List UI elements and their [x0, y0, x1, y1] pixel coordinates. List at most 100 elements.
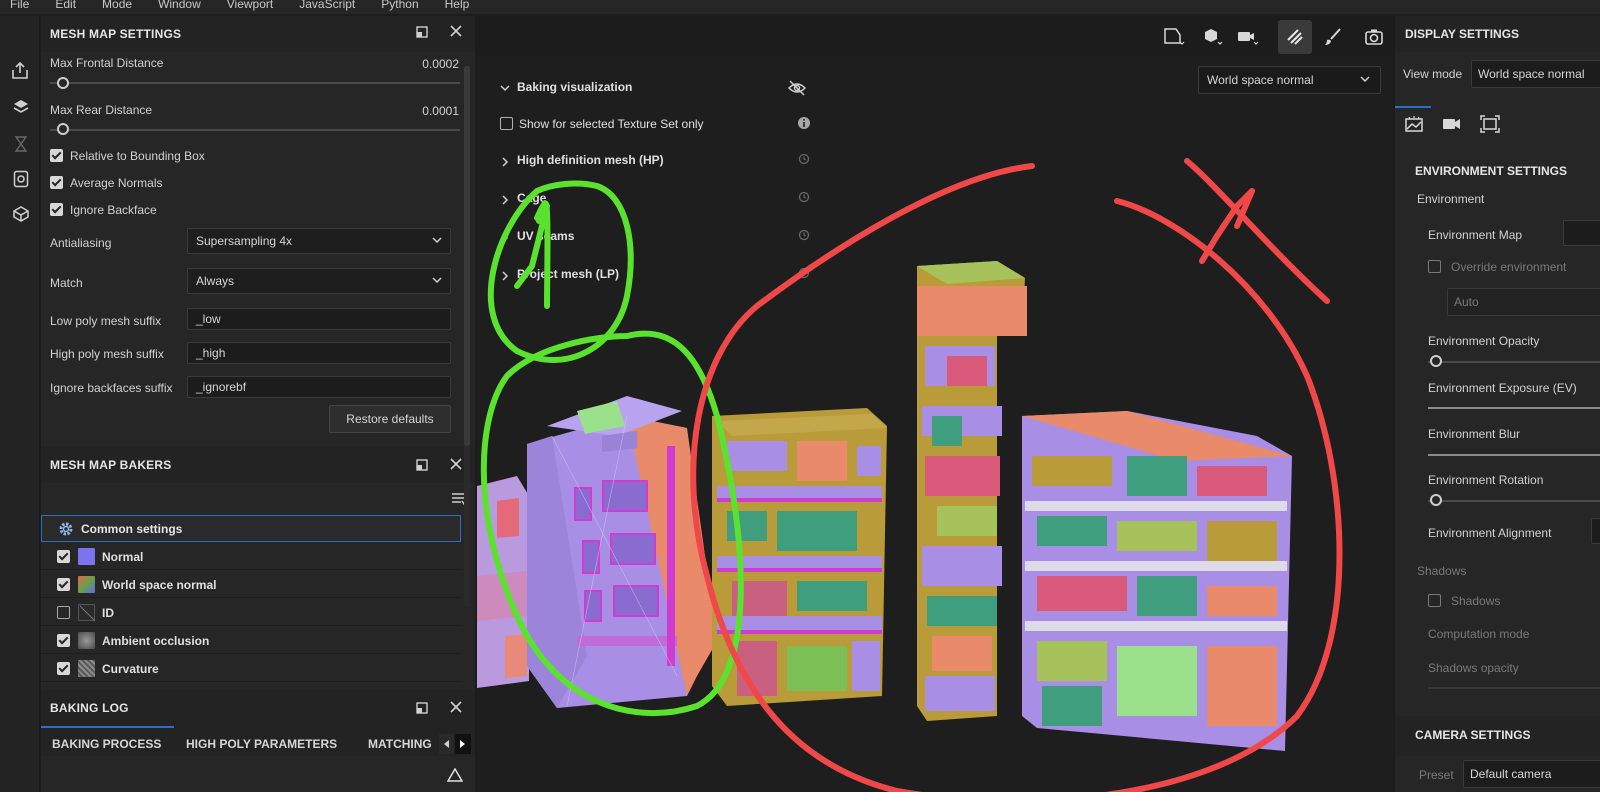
ignore-backface-checkbox[interactable] — [50, 203, 63, 216]
high-poly-suffix-input[interactable]: _high — [187, 342, 451, 364]
mesh-icon[interactable] — [10, 203, 32, 225]
baker-row-curvature[interactable]: Curvature — [41, 655, 461, 682]
environment-blur-slider[interactable] — [1428, 454, 1600, 456]
menu-help[interactable]: Help — [445, 0, 470, 10]
warning-icon — [446, 767, 464, 785]
baking-log-header: BAKING LOG — [41, 690, 475, 726]
camera-tab-icon[interactable] — [1437, 108, 1467, 140]
baking-log-title: BAKING LOG — [50, 701, 129, 715]
scene-3d-buildings[interactable]: 1 — [477, 16, 1393, 792]
document-search-icon[interactable] — [10, 168, 32, 190]
environment-exposure-slider[interactable] — [1428, 407, 1600, 409]
undock-icon[interactable] — [416, 459, 428, 474]
ambient-occlusion-map-icon — [78, 632, 95, 649]
tab-baking-process[interactable]: BAKING PROCESS — [52, 737, 161, 751]
preset-value: Default camera — [1470, 767, 1552, 781]
auto-select[interactable]: Auto — [1447, 288, 1600, 316]
baker-row-world-space-normal[interactable]: World space normal — [41, 571, 461, 598]
tab-scroll-left-icon[interactable] — [439, 734, 453, 754]
relative-to-bbox-label: Relative to Bounding Box — [70, 149, 205, 163]
ignore-backfaces-suffix-input[interactable]: _ignorebf — [187, 376, 451, 398]
environment-map-select[interactable] — [1563, 220, 1600, 246]
baker-normal-checkbox[interactable] — [57, 550, 70, 563]
shadows-checkbox[interactable] — [1428, 594, 1441, 607]
close-icon[interactable] — [449, 700, 463, 717]
max-rear-distance-value[interactable]: 0.0001 — [422, 104, 459, 118]
average-normals-checkbox[interactable] — [50, 176, 63, 189]
match-select[interactable]: Always — [187, 268, 451, 294]
view-mode-label: View mode — [1403, 67, 1463, 81]
menu-mode[interactable]: Mode — [102, 0, 132, 10]
settings-scrollbar[interactable] — [464, 66, 470, 606]
match-label: Match — [50, 276, 83, 290]
display-settings-title: DISPLAY SETTINGS — [1405, 27, 1520, 41]
high-poly-suffix-value: _high — [196, 346, 226, 360]
max-frontal-distance-handle[interactable] — [57, 77, 69, 89]
high-poly-suffix-label: High poly mesh suffix — [50, 347, 164, 361]
max-frontal-distance-value[interactable]: 0.0002 — [422, 57, 459, 71]
tab-matching[interactable]: MATCHING — [368, 737, 432, 751]
environment-alignment-label: Environment Alignment — [1428, 526, 1552, 540]
baker-world-space-normal-checkbox[interactable] — [57, 578, 70, 591]
close-icon[interactable] — [449, 24, 463, 41]
common-settings-label: Common settings — [81, 522, 183, 536]
baking-log-tabs: BAKING PROCESS HIGH POLY PARAMETERS MATC… — [41, 726, 475, 756]
environment-opacity-handle[interactable] — [1430, 355, 1442, 367]
tab-scroll-right-icon[interactable] — [455, 734, 471, 754]
environment-tab-icon[interactable] — [1399, 108, 1429, 140]
normal-map-icon — [78, 548, 95, 565]
tab-high-poly-parameters[interactable]: HIGH POLY PARAMETERS — [186, 737, 337, 751]
environment-rotation-slider[interactable] — [1428, 500, 1600, 502]
undock-icon[interactable] — [416, 702, 428, 717]
max-rear-distance-slider[interactable] — [50, 129, 460, 131]
relative-to-bbox-checkbox[interactable] — [50, 149, 63, 162]
viewport[interactable]: World space normal Baking visualization … — [477, 16, 1393, 792]
baker-row-normal[interactable]: Normal — [41, 543, 461, 570]
max-frontal-distance-slider[interactable] — [50, 82, 460, 84]
close-icon[interactable] — [449, 457, 463, 474]
baker-ambient-occlusion-label: Ambient occlusion — [102, 634, 210, 648]
preset-select[interactable]: Default camera — [1463, 760, 1600, 788]
bake-icon[interactable] — [10, 96, 32, 118]
average-normals-label: Average Normals — [70, 176, 163, 190]
undock-icon[interactable] — [416, 26, 428, 41]
baker-curvature-checkbox[interactable] — [57, 662, 70, 675]
environment-opacity-slider[interactable] — [1428, 361, 1600, 363]
mesh-map-bakers-title: MESH MAP BAKERS — [50, 458, 172, 472]
gear-icon — [58, 521, 74, 540]
baker-ambient-occlusion-checkbox[interactable] — [57, 634, 70, 647]
menu-window[interactable]: Window — [158, 0, 201, 10]
menu-javascript[interactable]: JavaScript — [299, 0, 355, 10]
environment-map-label: Environment Map — [1428, 228, 1523, 242]
left-panel: MESH MAP SETTINGS Max Frontal Distance 0… — [41, 16, 475, 792]
override-environment-checkbox[interactable] — [1428, 260, 1441, 273]
max-rear-distance-label: Max Rear Distance — [50, 103, 153, 117]
shadows-checkbox-label: Shadows — [1451, 594, 1501, 608]
shadows-opacity-slider[interactable] — [1428, 687, 1600, 689]
viewport-tab-icon[interactable] — [1475, 108, 1505, 140]
export-icon[interactable] — [10, 60, 32, 82]
antialiasing-select[interactable]: Supersampling 4x — [187, 228, 451, 254]
baker-id-checkbox[interactable] — [57, 606, 70, 619]
world-space-normal-map-icon — [78, 576, 95, 593]
camera-settings-title: CAMERA SETTINGS — [1415, 728, 1531, 742]
menu-file[interactable]: File — [10, 0, 29, 10]
common-settings-row[interactable]: Common settings — [41, 515, 461, 542]
menu-edit[interactable]: Edit — [55, 0, 76, 10]
curvature-map-icon — [78, 660, 95, 677]
environment-settings-title: ENVIRONMENT SETTINGS — [1415, 164, 1568, 178]
baker-row-ambient-occlusion[interactable]: Ambient occlusion — [41, 627, 461, 654]
scrollbar-thumb[interactable] — [464, 66, 470, 446]
environment-rotation-handle[interactable] — [1430, 494, 1442, 506]
chevron-down-icon — [432, 235, 442, 248]
ignore-backface-label: Ignore Backface — [70, 203, 157, 217]
menu-viewport[interactable]: Viewport — [227, 0, 273, 10]
menu-python[interactable]: Python — [381, 0, 418, 10]
low-poly-suffix-input[interactable]: _low — [187, 308, 451, 330]
baker-world-space-normal-label: World space normal — [102, 578, 217, 592]
baker-row-id[interactable]: ID — [41, 599, 461, 626]
max-rear-distance-handle[interactable] — [57, 123, 69, 135]
restore-defaults-button[interactable]: Restore defaults — [329, 405, 451, 433]
environment-alignment-select[interactable] — [1591, 518, 1600, 544]
view-mode-select[interactable]: World space normal — [1471, 60, 1600, 88]
